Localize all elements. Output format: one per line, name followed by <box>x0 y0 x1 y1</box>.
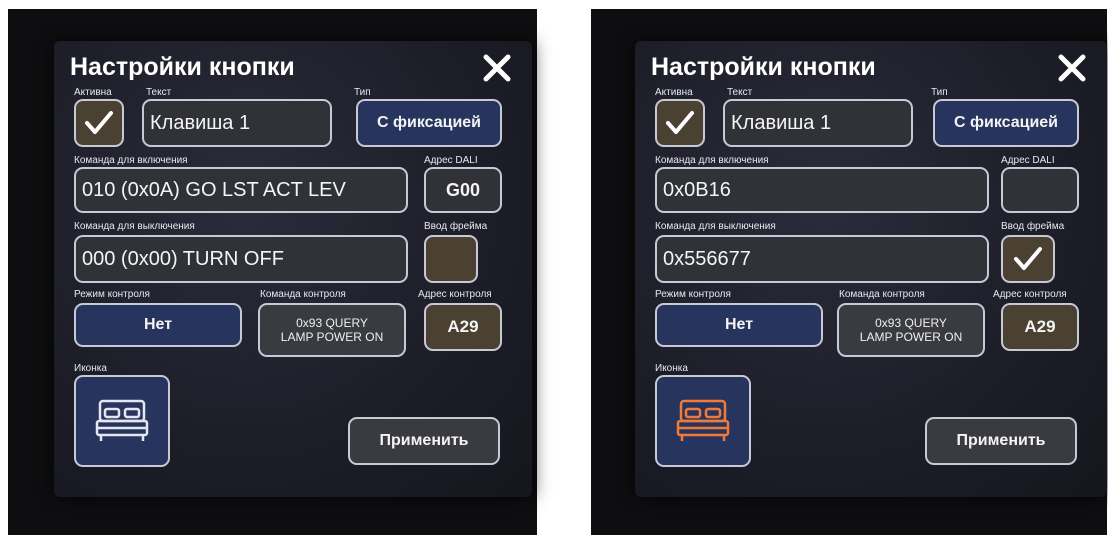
type-button[interactable]: С фиксацией <box>356 99 502 147</box>
label-type: Тип <box>354 87 371 98</box>
apply-button-label: Применить <box>379 432 469 449</box>
label-ctrl-addr: Адрес контроля <box>418 289 492 300</box>
label-icon: Иконка <box>74 363 107 374</box>
cmd-off-field[interactable]: 0x556677 <box>655 235 989 283</box>
cmd-off-value: 0x556677 <box>663 247 751 270</box>
label-icon: Иконка <box>655 363 688 374</box>
ctrl-cmd-line1: 0x93 QUERY <box>875 316 947 330</box>
photo-right: Настройки кнопки Активна Текст Тип Клави… <box>591 9 1107 535</box>
ctrl-cmd-line1: 0x93 QUERY <box>296 316 368 330</box>
close-icon[interactable] <box>480 51 514 85</box>
text-field-value: Клавиша 1 <box>150 111 251 134</box>
apply-button[interactable]: Применить <box>925 417 1077 465</box>
label-text: Текст <box>146 87 172 98</box>
type-button-label: С фиксацией <box>953 114 1059 131</box>
mode-button[interactable]: Нет <box>74 303 242 347</box>
ctrl-addr-field[interactable]: A29 <box>424 303 502 351</box>
label-mode: Режим контроля <box>655 289 731 300</box>
label-mode: Режим контроля <box>74 289 150 300</box>
ctrl-cmd-line2: LAMP POWER ON <box>280 330 384 344</box>
label-active: Активна <box>74 87 112 98</box>
bed-icon <box>95 399 149 441</box>
ctrl-addr-value: A29 <box>1024 317 1056 336</box>
ctrl-cmd-line2: LAMP POWER ON <box>859 330 963 344</box>
bed-icon <box>676 399 730 441</box>
cmd-off-value: 000 (0x00) TURN OFF <box>82 247 284 270</box>
frame-checkbox[interactable] <box>1001 235 1055 283</box>
dali-address-field[interactable]: G00 <box>424 167 502 213</box>
type-button-label: С фиксацией <box>376 114 482 131</box>
ctrl-addr-value: A29 <box>447 317 479 336</box>
label-frame: Ввод фрейма <box>424 221 488 232</box>
page-title: Настройки кнопки <box>70 53 295 81</box>
checkmark-icon <box>85 111 113 134</box>
ctrl-cmd-button[interactable]: 0x93 QUERY LAMP POWER ON <box>837 303 985 357</box>
label-dali: Адрес DALI <box>424 155 478 166</box>
label-cmd-off: Команда для выключения <box>655 221 776 232</box>
label-cmd-on: Команда для включения <box>655 155 769 166</box>
text-field-value: Клавиша 1 <box>731 111 832 134</box>
text-field[interactable]: Клавиша 1 <box>723 99 913 147</box>
mode-button-label: Нет <box>724 316 754 333</box>
settings-screen-right: Настройки кнопки Активна Текст Тип Клави… <box>635 41 1107 497</box>
label-dali: Адрес DALI <box>1001 155 1055 166</box>
dali-address-field[interactable] <box>1001 167 1079 213</box>
icon-button[interactable] <box>655 375 751 467</box>
ctrl-addr-field[interactable]: A29 <box>1001 303 1079 351</box>
cmd-on-value: 010 (0x0A) GO LST ACT LEV <box>82 178 346 201</box>
text-field[interactable]: Клавиша 1 <box>142 99 332 147</box>
cmd-on-value: 0x0B16 <box>663 178 731 201</box>
type-button[interactable]: С фиксацией <box>933 99 1079 147</box>
ctrl-cmd-button[interactable]: 0x93 QUERY LAMP POWER ON <box>258 303 406 357</box>
label-ctrl-cmd: Команда контроля <box>260 289 346 300</box>
photo-left: Настройки кнопки Активна Текст Тип Клави… <box>8 9 537 535</box>
cmd-off-field[interactable]: 000 (0x00) TURN OFF <box>74 235 408 283</box>
checkmark-icon <box>1014 247 1042 270</box>
checkmark-icon <box>666 111 694 134</box>
frame-checkbox[interactable] <box>424 235 478 283</box>
label-ctrl-addr: Адрес контроля <box>993 289 1067 300</box>
label-cmd-off: Команда для выключения <box>74 221 195 232</box>
apply-button[interactable]: Применить <box>348 417 500 465</box>
label-text: Текст <box>727 87 753 98</box>
apply-button-label: Применить <box>956 432 1046 449</box>
label-frame: Ввод фрейма <box>1001 221 1065 232</box>
icon-button[interactable] <box>74 375 170 467</box>
settings-screen-left: Настройки кнопки Активна Текст Тип Клави… <box>54 41 532 497</box>
mode-button-label: Нет <box>143 316 173 333</box>
active-checkbox[interactable] <box>655 99 705 147</box>
dali-address-value: G00 <box>445 179 481 200</box>
cmd-on-field[interactable]: 010 (0x0A) GO LST ACT LEV <box>74 167 408 213</box>
mode-button[interactable]: Нет <box>655 303 823 347</box>
cmd-on-field[interactable]: 0x0B16 <box>655 167 989 213</box>
label-cmd-on: Команда для включения <box>74 155 188 166</box>
label-ctrl-cmd: Команда контроля <box>839 289 925 300</box>
page-title: Настройки кнопки <box>651 53 876 81</box>
label-active: Активна <box>655 87 693 98</box>
label-type: Тип <box>931 87 948 98</box>
active-checkbox[interactable] <box>74 99 124 147</box>
close-icon[interactable] <box>1055 51 1089 85</box>
